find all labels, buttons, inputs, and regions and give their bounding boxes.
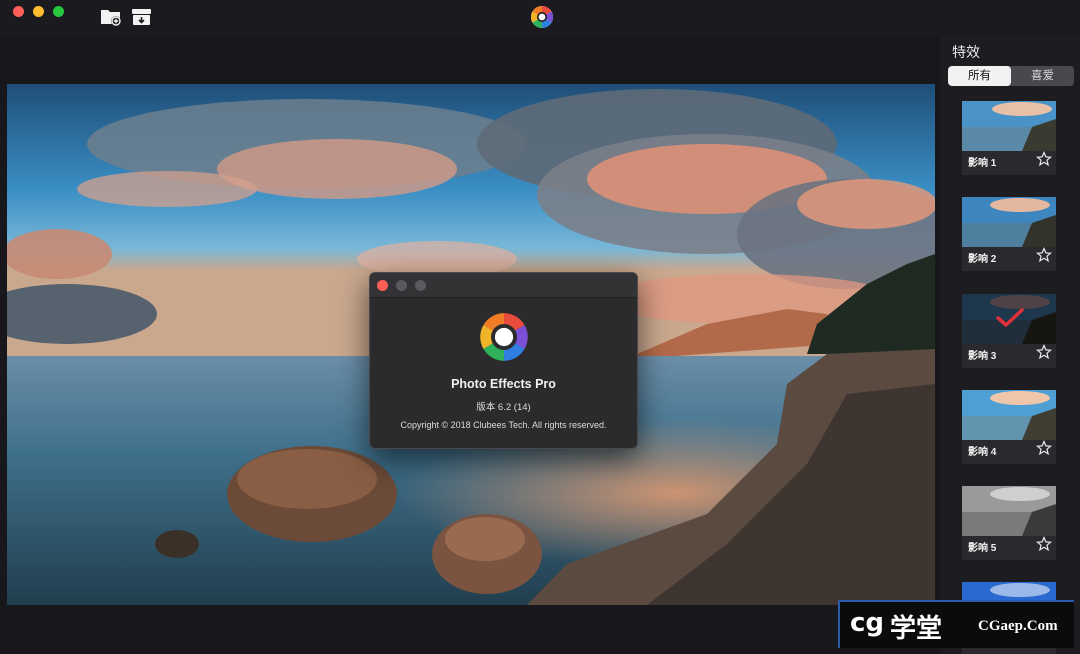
effects-filter-segmented: 所有 喜爱 — [948, 66, 1074, 86]
about-copyright: Copyright © 2018 Clubees Tech. All right… — [400, 420, 607, 430]
effect-label: 影响 1 — [968, 158, 997, 169]
effect-thumbnail — [962, 197, 1056, 247]
minimize-window-button[interactable] — [33, 6, 44, 17]
effect-label: 影响 2 — [968, 254, 997, 265]
about-zoom-button[interactable] — [415, 280, 426, 291]
about-close-button[interactable] — [377, 280, 388, 291]
star-icon[interactable] — [1036, 247, 1052, 263]
effect-label: 影响 4 — [968, 447, 997, 458]
effect-thumbnail — [962, 390, 1056, 440]
zoom-window-button[interactable] — [53, 6, 64, 17]
about-dialog: Photo Effects Pro 版本 6.2 (14) Copyright … — [369, 272, 638, 449]
about-app-name: Photo Effects Pro — [451, 377, 556, 391]
about-minimize-button[interactable] — [396, 280, 407, 291]
effect-thumbnail — [962, 101, 1056, 151]
sidebar-title: 特效 — [952, 44, 980, 60]
about-version: 版本 6.2 (14) — [476, 402, 531, 413]
checkmark-icon — [996, 308, 1024, 327]
effect-item[interactable]: 影响 4 — [962, 390, 1056, 464]
app-logo-icon — [530, 5, 554, 29]
watermark-text: 学堂 — [890, 613, 943, 643]
archive-icon[interactable] — [131, 7, 153, 27]
star-icon[interactable] — [1036, 440, 1052, 456]
about-dialog-titlebar — [370, 273, 637, 298]
watermark-logo: cg — [850, 608, 885, 638]
app-logo-icon — [478, 311, 530, 363]
star-icon[interactable] — [1036, 536, 1052, 552]
folder-add-icon[interactable] — [100, 7, 122, 27]
window-titlebar — [0, 0, 1080, 36]
effect-item[interactable]: 影响 1 — [962, 101, 1056, 175]
effect-label: 影响 3 — [968, 351, 997, 362]
effect-item[interactable]: 影响 2 — [962, 197, 1056, 271]
star-icon[interactable] — [1036, 151, 1052, 167]
effect-label: 影响 5 — [968, 543, 997, 554]
star-icon[interactable] — [1036, 344, 1052, 360]
effect-item[interactable]: 影响 5 — [962, 486, 1056, 560]
tab-all[interactable]: 所有 — [948, 66, 1011, 86]
watermark-badge: cg 学堂 CGaep.Com — [838, 600, 1074, 648]
effect-item-selected[interactable]: 影响 3 — [962, 294, 1056, 368]
close-window-button[interactable] — [13, 6, 24, 17]
watermark-url: CGaep.Com — [978, 618, 1058, 634]
effect-thumbnail — [962, 486, 1056, 536]
tab-favorites[interactable]: 喜爱 — [1011, 66, 1074, 86]
